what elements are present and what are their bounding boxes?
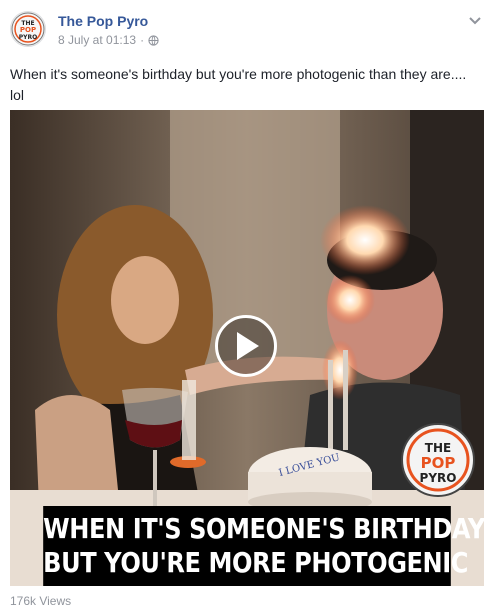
video-caption-line-2: BUT YOU'RE MORE PHOTOGENIC bbox=[43, 546, 469, 579]
post-meta: 8 July at 01:13 · bbox=[58, 33, 159, 47]
svg-text:PYRO: PYRO bbox=[420, 471, 457, 485]
view-count: 176k Views bbox=[10, 594, 72, 608]
page-avatar[interactable]: THE POP PYRO bbox=[10, 11, 46, 47]
pop-pyro-logo: THE POP PYRO bbox=[11, 12, 45, 46]
video-player[interactable]: I LOVE YOU THE POP PYRO WHEN IT'S SOMEON… bbox=[10, 110, 484, 586]
chevron-down-icon[interactable] bbox=[468, 14, 482, 26]
play-icon bbox=[237, 332, 259, 360]
post-timestamp[interactable]: 8 July at 01:13 bbox=[58, 33, 136, 47]
svg-text:THE: THE bbox=[425, 441, 451, 455]
svg-text:PYRO: PYRO bbox=[19, 34, 37, 41]
page-name-link[interactable]: The Pop Pyro bbox=[58, 13, 148, 29]
video-post: THE POP PYRO The Pop Pyro 8 July at 01:1… bbox=[0, 0, 494, 614]
post-caption: When it's someone's birthday but you're … bbox=[10, 66, 467, 103]
video-caption-line-1: WHEN IT'S SOMEONE'S BIRTHDAY bbox=[43, 512, 484, 545]
svg-text:POP: POP bbox=[20, 26, 36, 34]
meta-separator: · bbox=[140, 33, 145, 47]
globe-icon[interactable] bbox=[148, 34, 159, 46]
pop-pyro-watermark: THE POP PYRO bbox=[400, 422, 476, 498]
play-button[interactable] bbox=[215, 315, 277, 377]
svg-text:POP: POP bbox=[421, 454, 456, 472]
video-caption-overlay: WHEN IT'S SOMEONE'S BIRTHDAY BUT YOU'RE … bbox=[43, 506, 484, 586]
